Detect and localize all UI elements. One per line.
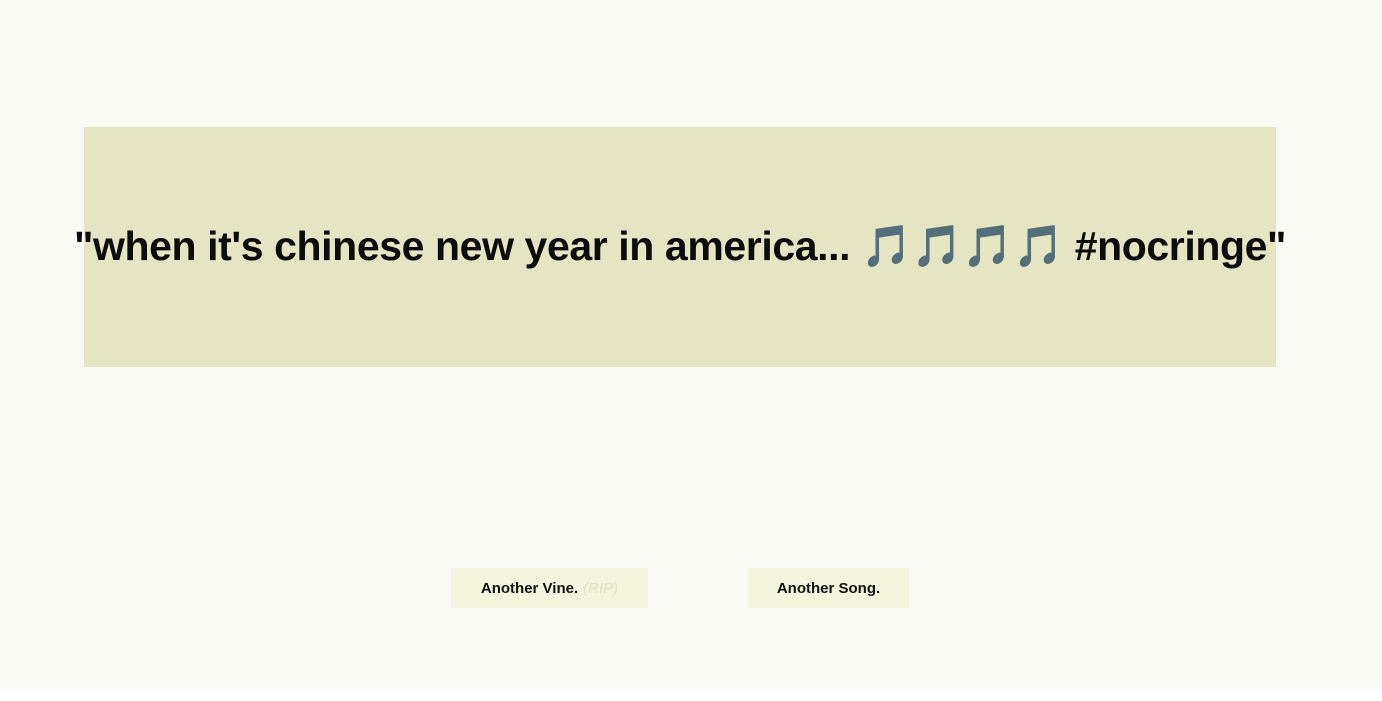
another-song-button[interactable]: Another Song.: [748, 568, 909, 608]
rip-note: (RIP): [583, 579, 619, 597]
another-vine-button[interactable]: Another Vine. (RIP): [451, 568, 648, 608]
bottom-strip: [0, 689, 1382, 701]
another-vine-label: Another Vine.: [480, 579, 579, 597]
quote-text: "when it's chinese new year in america..…: [73, 223, 1287, 269]
another-song-label: Another Song.: [776, 579, 881, 597]
quote-card: "when it's chinese new year in america..…: [74, 127, 1286, 367]
page: "when it's chinese new year in america..…: [0, 0, 1382, 689]
